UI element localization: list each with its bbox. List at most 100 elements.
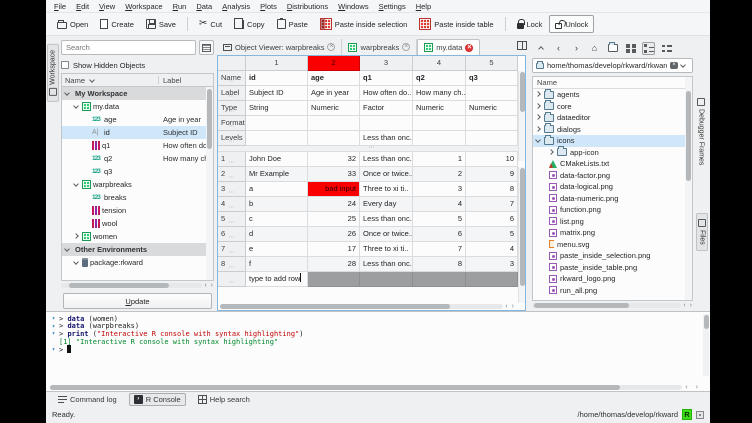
meta-row-header[interactable]: Format (218, 116, 246, 131)
menu-help[interactable]: Help (416, 2, 431, 11)
row-header[interactable]: 3 (218, 182, 246, 197)
data-cell[interactable]: 8 (413, 257, 466, 272)
show-hidden-objects-checkbox[interactable] (61, 61, 69, 69)
data-cell[interactable]: 26 (308, 227, 360, 242)
file-item-paste-inside-selection[interactable]: paste_inside_selection.png (533, 250, 692, 262)
tree-item-q3[interactable]: q3 (62, 165, 213, 178)
close-tab-icon[interactable]: × (402, 43, 410, 51)
tree-column-header[interactable]: Name Label (61, 73, 214, 86)
data-cell[interactable]: 25 (308, 212, 360, 227)
file-item-function[interactable]: function.png (533, 204, 692, 216)
workspace-dock-tab[interactable]: Workspace (47, 44, 59, 102)
meta-cell[interactable]: Numeric (308, 101, 360, 116)
data-cell[interactable]: 8 (466, 182, 518, 197)
menu-plots[interactable]: Plots (260, 2, 277, 11)
r-engine-status-badge[interactable]: R (682, 409, 692, 420)
tree-section-other-environments[interactable]: Other Environments (62, 243, 213, 256)
data-cell[interactable]: 10 (466, 152, 518, 167)
paste-inside-table-button[interactable]: Paste inside table (414, 15, 498, 33)
detail-view-button[interactable] (660, 42, 673, 55)
data-cell[interactable]: 9 (466, 167, 518, 182)
paste-inside-selection-button[interactable]: Paste inside selection (315, 15, 413, 33)
tab-object-viewer-warpbreaks[interactable]: Object Viewer: warpbreaks × (217, 39, 342, 55)
data-cell[interactable]: Three to xi ti.. (360, 182, 413, 197)
close-tab-icon[interactable]: × (465, 44, 473, 52)
row-header[interactable]: 6 (218, 227, 246, 242)
folder-button[interactable] (606, 42, 619, 55)
data-cell[interactable]: 3 (413, 182, 466, 197)
data-cell[interactable]: 5 (466, 227, 518, 242)
data-cell[interactable]: Less than onc... (360, 212, 413, 227)
menu-file[interactable]: File (54, 2, 66, 11)
cut-button[interactable]: ✂Cut (194, 15, 227, 33)
data-cell[interactable]: 28 (308, 257, 360, 272)
meta-cell[interactable]: id (246, 71, 308, 86)
meta-row-header[interactable]: Name (218, 71, 246, 86)
scroll-arrows-icon[interactable]: ‹ › (505, 303, 515, 310)
data-cell[interactable]: f (246, 257, 308, 272)
meta-cell[interactable]: age (308, 71, 360, 86)
meta-cell[interactable] (360, 116, 413, 131)
data-cell[interactable]: Three to xi ti.. (360, 242, 413, 257)
files-dock-tab[interactable]: Files (696, 213, 708, 251)
menu-analysis[interactable]: Analysis (222, 2, 250, 11)
home-button[interactable]: ⌂ (588, 42, 601, 55)
file-item-agents[interactable]: agents (533, 89, 692, 101)
tree-vertical-scrollbar[interactable] (206, 87, 213, 280)
menu-workspace[interactable]: Workspace (125, 2, 162, 11)
save-button[interactable]: Save (141, 15, 181, 33)
data-cell[interactable]: 7 (466, 197, 518, 212)
chevron-down-icon[interactable] (680, 62, 686, 68)
data-cell[interactable]: d (246, 227, 308, 242)
close-tab-icon[interactable]: × (327, 43, 335, 51)
tree-view-button[interactable] (642, 42, 655, 55)
row-header[interactable]: 1 (218, 152, 246, 167)
column-header[interactable]: 3 (360, 56, 413, 71)
menu-settings[interactable]: Settings (379, 2, 406, 11)
data-cell[interactable]: 4 (466, 242, 518, 257)
forward-button[interactable]: › (570, 42, 583, 55)
console-prompt-line[interactable]: ▾ > (48, 345, 700, 353)
tree-horizontal-scrollbar[interactable]: ‹ › (61, 282, 214, 289)
menu-distributions[interactable]: Distributions (287, 2, 328, 11)
column-header-name[interactable]: Name (65, 76, 85, 85)
data-cell[interactable]: e (246, 242, 308, 257)
column-header[interactable]: 5 (466, 56, 518, 71)
file-item-rkward-logo[interactable]: rkward_logo.png (533, 273, 692, 285)
file-item-list[interactable]: list.png (533, 216, 692, 228)
meta-cell[interactable]: String (246, 101, 308, 116)
help-search-tab[interactable]: Help search (194, 394, 254, 405)
meta-cell[interactable] (246, 131, 308, 146)
meta-cell[interactable]: Factor (360, 101, 413, 116)
data-cell[interactable]: 24 (308, 197, 360, 212)
file-item-core[interactable]: core (533, 101, 692, 113)
meta-cell[interactable] (466, 116, 518, 131)
data-cell[interactable]: Once or twice... (360, 227, 413, 242)
tree-item-warpbreaks[interactable]: warpbreaks (62, 178, 213, 191)
data-cell[interactable]: 4 (413, 197, 466, 212)
file-item-app-icon[interactable]: app-icon (533, 147, 692, 159)
row-header[interactable]: 5 (218, 212, 246, 227)
console-vertical-scrollbar[interactable] (703, 314, 709, 376)
row-header[interactable]: 8 (218, 257, 246, 272)
meta-row-header[interactable]: Levels (218, 131, 246, 146)
meta-cell[interactable] (413, 116, 466, 131)
row-header[interactable]: 4 (218, 197, 246, 212)
copy-button[interactable]: Copy (229, 15, 270, 33)
data-cell[interactable]: Every day (360, 197, 413, 212)
data-cell[interactable]: 3 (466, 257, 518, 272)
scroll-arrows-icon[interactable]: ‹ › (683, 302, 693, 309)
meta-cell[interactable]: Numeric (413, 101, 466, 116)
meta-cell[interactable]: q3 (466, 71, 518, 86)
meta-cell[interactable] (308, 131, 360, 146)
configure-view-button[interactable] (199, 40, 214, 55)
short-view-button[interactable] (624, 42, 637, 55)
data-cell[interactable]: c (246, 212, 308, 227)
tree-item-q1[interactable]: q1How often do... (62, 139, 213, 152)
debugger-frames-dock-tab[interactable]: Debugger Frames (696, 93, 706, 170)
file-item-cmakelists[interactable]: CMakeLists.txt (533, 158, 692, 170)
tree-item-breaks[interactable]: breaks (62, 191, 213, 204)
file-item-menu-svg[interactable]: menu.svg (533, 239, 692, 251)
column-header-selected[interactable]: 2 (308, 56, 360, 71)
tree-item-my-data[interactable]: my.data (62, 100, 213, 113)
